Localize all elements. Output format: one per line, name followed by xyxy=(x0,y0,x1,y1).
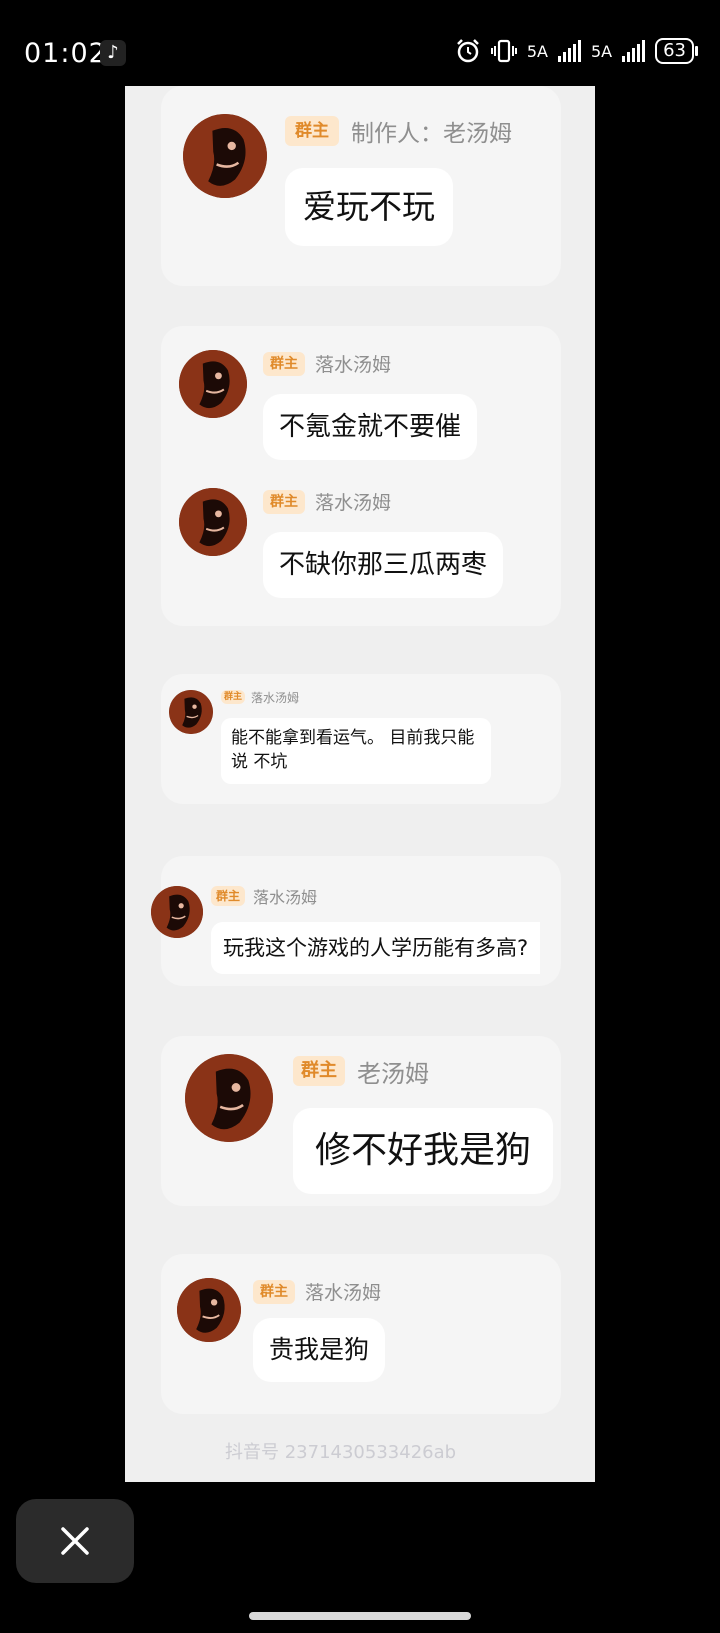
network-type-2: 5A xyxy=(590,41,613,61)
home-indicator[interactable] xyxy=(249,1612,471,1620)
status-bar: 01:02 ♪ 5A 5A 63 xyxy=(0,0,720,90)
avatar xyxy=(151,886,203,938)
close-button[interactable] xyxy=(16,1499,134,1583)
owner-badge: 群主 xyxy=(293,1056,345,1086)
sender-name: 制作人：老汤姆 xyxy=(351,121,512,147)
signal-icon-1 xyxy=(557,40,581,62)
clock: 01:02 xyxy=(24,38,107,69)
message-bubble: 能不能拿到看运气。 目前我只能 说 不坑 xyxy=(221,718,491,784)
owner-badge: 群主 xyxy=(253,1280,295,1304)
avatar xyxy=(179,488,247,556)
vibrate-icon xyxy=(490,39,517,63)
sender-name: 落水汤姆 xyxy=(253,888,318,907)
watermark: 抖音号 2371430533426ab xyxy=(225,1442,457,1463)
avatar xyxy=(183,114,267,198)
close-icon xyxy=(61,1527,89,1555)
signal-icon-2 xyxy=(622,40,646,62)
message-line: 能不能拿到看运气。 目前我只能 xyxy=(231,728,475,748)
owner-badge: 群主 xyxy=(285,116,339,146)
sender-name: 老汤姆 xyxy=(357,1060,429,1088)
battery-indicator: 63 xyxy=(655,38,698,64)
owner-badge: 群主 xyxy=(263,352,305,376)
sender-name: 落水汤姆 xyxy=(305,1282,382,1304)
avatar xyxy=(169,690,213,734)
sender-name: 落水汤姆 xyxy=(251,691,300,705)
avatar xyxy=(185,1054,273,1142)
avatar xyxy=(179,350,247,418)
message-bubble: 不氪金就不要催 xyxy=(263,394,478,460)
network-type-1: 5A xyxy=(526,41,548,61)
tiktok-icon: ♪ xyxy=(100,40,126,66)
chat-screenshot-panel: 群主 制作人：老汤姆 爱玩不玩 群主 落水汤姆 不氪金就不要催 群主 落水汤姆 … xyxy=(125,86,595,1482)
message-line: 说 不坑 xyxy=(231,752,288,772)
avatar xyxy=(177,1278,241,1342)
message-bubble: 不缺你那三瓜两枣 xyxy=(263,532,504,598)
message-bubble: 玩我这个游戏的人学历能有多高? xyxy=(211,922,541,974)
status-icons: 5A 5A 63 xyxy=(455,38,698,64)
owner-badge: 群主 xyxy=(221,690,245,704)
owner-badge: 群主 xyxy=(263,490,305,514)
owner-badge: 群主 xyxy=(211,886,245,906)
sender-name: 落水汤姆 xyxy=(315,492,392,514)
message-bubble: 修不好我是狗 xyxy=(293,1108,554,1194)
message-bubble: 贵我是狗 xyxy=(253,1318,386,1382)
sender-name: 落水汤姆 xyxy=(315,354,392,376)
message-bubble: 爱玩不玩 xyxy=(285,168,453,246)
alarm-icon xyxy=(456,39,479,63)
